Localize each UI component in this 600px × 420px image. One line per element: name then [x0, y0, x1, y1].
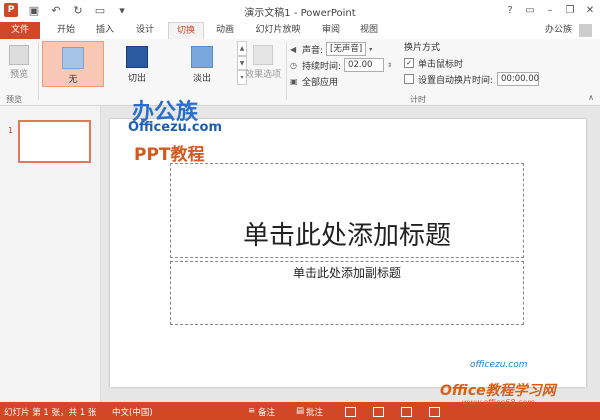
duration-label: 持续时间: [302, 61, 342, 72]
spinner-icon[interactable]: ⇕ [387, 62, 392, 69]
advance-slide-settings: 换片方式 ✓ 单击鼠标时 设置自动换片时间: 00:00.00 [404, 41, 594, 87]
restore-icon[interactable]: ❐ [560, 0, 580, 20]
ribbon-transitions: 预览 预览 无 切出 淡出 ▲ ▼ ▾ 效果选项 ◀ 声音: [无声音] ▾ ◷… [0, 39, 600, 106]
subtitle-placeholder-text: 单击此处添加副标题 [292, 266, 401, 280]
preview-button[interactable]: 预览 [4, 42, 34, 80]
slide-sorter-icon[interactable] [373, 407, 384, 417]
preview-icon [9, 45, 29, 65]
tab-slideshow[interactable]: 幻灯片放映 [248, 22, 308, 39]
tab-file[interactable]: 文件 [0, 22, 40, 39]
transition-gallery: 无 切出 淡出 [42, 41, 237, 87]
close-icon[interactable]: ✕ [580, 0, 600, 20]
reading-view-icon[interactable] [401, 407, 412, 417]
undo-icon[interactable]: ↶ [50, 4, 62, 17]
window-controls: ? ▭ – ❐ ✕ [500, 0, 600, 20]
advance-title: 换片方式 [404, 43, 441, 53]
tab-animations[interactable]: 动画 [208, 22, 242, 39]
tab-view[interactable]: 视图 [352, 22, 386, 39]
transition-fade-label: 淡出 [192, 74, 211, 84]
slide-info: 幻灯片 第 1 张，共 1 张 [4, 408, 97, 418]
powerpoint-app-icon[interactable]: P [4, 3, 18, 17]
collapse-ribbon-icon[interactable]: ∧ [588, 93, 594, 102]
customize-qat-icon[interactable]: ▾ [116, 4, 128, 17]
transition-none-icon [62, 47, 84, 69]
notes-button[interactable]: 备注 [258, 406, 275, 418]
transition-fade-icon [191, 46, 213, 68]
sound-label: 声音: [302, 45, 324, 56]
help-icon[interactable]: ? [500, 0, 520, 20]
ribbon-display-icon[interactable]: ▭ [520, 0, 540, 20]
transition-fade[interactable]: 淡出 [172, 41, 232, 85]
timing-settings: ◀ 声音: [无声音] ▾ ◷ 持续时间: 02.00 ⇕ ▣ 全部应用 [290, 41, 400, 89]
apply-all-icon: ▣ [290, 76, 298, 86]
watermark-bottom-url: www.office68.com [462, 398, 536, 407]
redo-icon[interactable]: ↻ [72, 4, 84, 17]
notes-icon: ≡ [248, 406, 256, 416]
comments-icon: ▤ [296, 406, 305, 416]
after-time-checkbox[interactable] [404, 74, 414, 84]
title-bar: P ▣ ↶ ↻ ▭ ▾ 演示文稿1 - PowerPoint ? ▭ – ❐ ✕ [0, 0, 600, 22]
watermark-site: Officezu.com [128, 120, 223, 135]
tab-home[interactable]: 开始 [49, 22, 83, 39]
title-placeholder[interactable]: 单击此处添加标题 [170, 163, 524, 258]
after-time-label: 设置自动换片时间: [418, 75, 494, 86]
watermark-bottom-brand: Office教程学习网 [440, 383, 556, 399]
minimize-icon[interactable]: – [540, 0, 560, 20]
tab-review[interactable]: 审阅 [314, 22, 348, 39]
duration-input[interactable]: 02.00 [344, 58, 385, 72]
divider [38, 42, 39, 100]
preview-label: 预览 [9, 70, 28, 80]
comments-button[interactable]: 批注 [306, 406, 323, 418]
effect-options-button[interactable]: 效果选项 [243, 42, 283, 80]
title-placeholder-text: 单击此处添加标题 [242, 221, 451, 251]
normal-view-icon[interactable] [345, 407, 356, 417]
apply-all-label: 全部应用 [302, 77, 339, 88]
apply-all-button[interactable]: ▣ 全部应用 [290, 73, 400, 89]
save-icon[interactable]: ▣ [28, 4, 40, 17]
watermark-bottom-site: officezu.com [470, 360, 528, 370]
slide-thumbnail[interactable] [18, 120, 91, 163]
slide-number: 1 [8, 126, 14, 135]
account-name[interactable]: 办公族 [545, 22, 572, 39]
ribbon-tabs: 文件 开始 插入 设计 切换 动画 幻灯片放映 审阅 视图 办公族 [0, 22, 600, 41]
slides-pane: 1 [0, 106, 101, 402]
start-slideshow-icon[interactable]: ▭ [94, 4, 106, 17]
transition-none[interactable]: 无 [42, 41, 104, 87]
sound-icon: ◀ [290, 44, 297, 54]
transition-cut[interactable]: 切出 [107, 41, 167, 85]
watermark-tag: PPT教程 [134, 145, 205, 165]
language[interactable]: 中文(中国) [112, 406, 153, 418]
effect-options-label: 效果选项 [244, 70, 281, 80]
preview-group-label: 预览 [6, 95, 22, 104]
tab-insert[interactable]: 插入 [88, 22, 122, 39]
quick-access-toolbar: P ▣ ↶ ↻ ▭ ▾ [4, 3, 128, 17]
subtitle-placeholder[interactable]: 单击此处添加副标题 [170, 261, 524, 325]
transition-cut-icon [126, 46, 148, 68]
on-click-checkbox[interactable]: ✓ [404, 58, 414, 68]
chevron-down-icon[interactable]: ▾ [369, 46, 372, 53]
transition-cut-label: 切出 [127, 74, 146, 84]
on-click-label: 单击鼠标时 [418, 59, 464, 70]
divider [286, 42, 287, 100]
timing-group-label: 计时 [410, 95, 426, 104]
transition-none-label: 无 [68, 75, 78, 85]
avatar[interactable] [579, 24, 592, 37]
sound-select[interactable]: [无声音] [326, 42, 367, 56]
effect-options-icon [253, 45, 273, 65]
slideshow-view-icon[interactable] [429, 407, 440, 417]
tab-design[interactable]: 设计 [128, 22, 162, 39]
after-time-input[interactable]: 00:00.00 [497, 72, 539, 86]
clock-icon: ◷ [290, 60, 297, 70]
